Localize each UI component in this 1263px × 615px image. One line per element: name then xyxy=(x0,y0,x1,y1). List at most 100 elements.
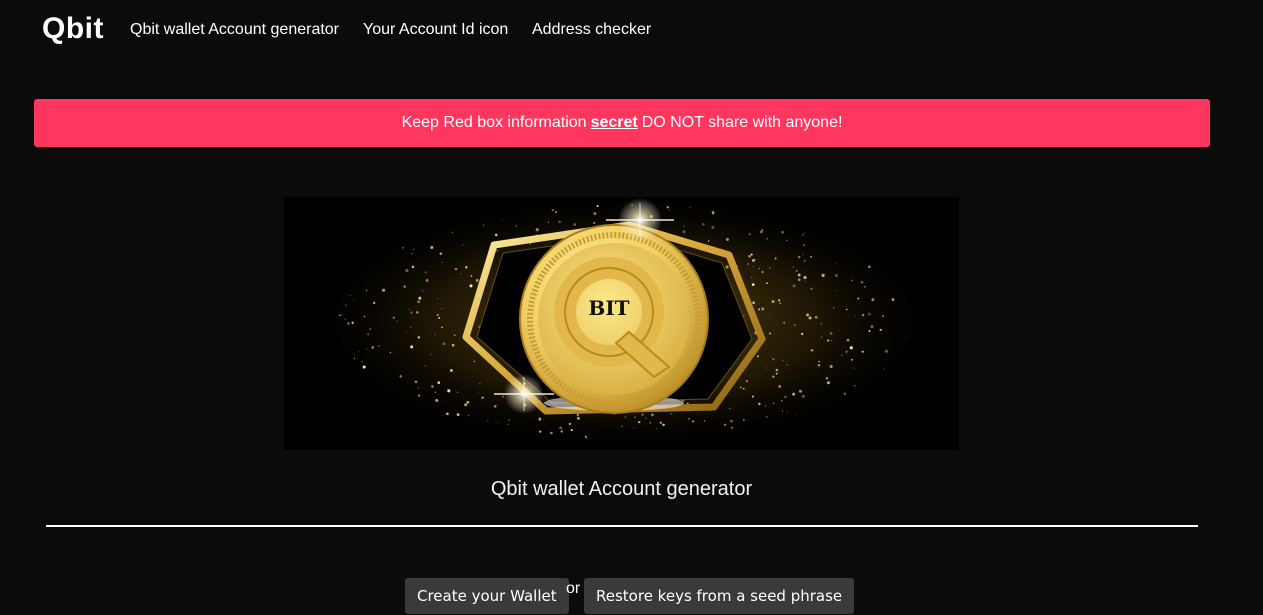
glitter-dot xyxy=(410,326,412,328)
glitter-dot xyxy=(818,360,820,363)
glitter-dot xyxy=(752,301,755,305)
glitter-dot xyxy=(406,331,408,333)
glitter-dot xyxy=(783,322,785,324)
glitter-dot xyxy=(802,234,804,236)
glitter-dot xyxy=(460,273,462,275)
glitter-dot xyxy=(754,258,756,261)
glitter-dot xyxy=(814,315,818,319)
glitter-dot xyxy=(560,430,563,433)
glitter-dot xyxy=(879,328,882,332)
glitter-dot xyxy=(573,223,576,226)
glitter-dot xyxy=(752,266,754,268)
glitter-dot xyxy=(784,395,787,399)
glitter-dot xyxy=(529,243,531,245)
glitter-dot xyxy=(349,295,351,297)
glitter-dot xyxy=(863,285,866,288)
glitter-dot xyxy=(843,392,847,396)
glitter-dot xyxy=(586,437,588,439)
glitter-dot xyxy=(829,332,833,335)
glitter-dot xyxy=(782,410,784,412)
glitter-dot xyxy=(593,212,597,216)
glitter-dot xyxy=(649,422,652,424)
nav-link-account-id-icon[interactable]: Your Account Id icon xyxy=(363,21,508,39)
glitter-dot xyxy=(339,314,341,317)
glitter-dot xyxy=(434,391,437,394)
glitter-dot xyxy=(867,312,871,316)
glitter-dot xyxy=(803,244,805,246)
glitter-dot xyxy=(786,239,788,241)
restore-seed-phrase-button[interactable]: Restore keys from a seed phrase xyxy=(584,578,855,614)
glitter-dot xyxy=(854,315,856,317)
glitter-dot xyxy=(748,254,751,258)
glitter-dot xyxy=(478,391,480,393)
glitter-dot xyxy=(750,253,753,256)
glitter-dot xyxy=(547,221,550,224)
glitter-dot xyxy=(641,413,644,416)
glitter-dot xyxy=(707,240,710,242)
glitter-dot xyxy=(810,255,812,258)
glitter-dot xyxy=(425,278,429,282)
glitter-dot xyxy=(417,387,420,389)
glitter-dot xyxy=(882,315,884,318)
glitter-dot xyxy=(392,316,396,319)
glitter-dot xyxy=(786,411,788,413)
create-wallet-button[interactable]: Create your Wallet xyxy=(405,578,569,614)
glitter-dot xyxy=(730,426,734,429)
secret-warning-alert: Keep Red box information secret DO NOT s… xyxy=(34,99,1210,147)
glitter-dot xyxy=(772,375,775,378)
glitter-dot xyxy=(501,219,503,221)
glitter-dot xyxy=(486,419,489,422)
alert-text-suffix: DO NOT share with anyone! xyxy=(641,114,843,131)
glitter-dot xyxy=(411,252,413,255)
glitter-dot xyxy=(756,355,759,358)
glitter-dot xyxy=(691,420,695,423)
glitter-dot xyxy=(765,405,767,407)
glitter-dot xyxy=(725,238,729,241)
glitter-dot xyxy=(780,399,783,402)
glitter-dot xyxy=(345,304,347,306)
glitter-dot xyxy=(772,402,775,404)
glitter-dot xyxy=(633,427,635,429)
glitter-dot xyxy=(846,308,848,311)
glitter-dot xyxy=(775,372,778,375)
glitter-dot xyxy=(810,348,814,352)
glitter-dot xyxy=(430,246,434,249)
glitter-dot xyxy=(846,338,850,342)
glitter-dot xyxy=(772,265,774,267)
glitter-dot xyxy=(792,284,796,288)
alert-text-prefix: Keep Red box information xyxy=(401,114,587,131)
glitter-dot xyxy=(774,257,777,260)
glitter-dot xyxy=(508,419,510,421)
glitter-dot xyxy=(861,313,865,317)
glitter-dot xyxy=(782,360,784,362)
glitter-dot xyxy=(470,275,473,277)
glitter-dot xyxy=(662,423,665,427)
glitter-dot xyxy=(479,382,481,385)
glitter-dot xyxy=(434,334,436,336)
glitter-dot xyxy=(481,396,484,399)
glitter-dot xyxy=(431,328,432,329)
glitter-dot xyxy=(576,416,580,420)
glitter-dot xyxy=(795,269,798,272)
glitter-dot xyxy=(743,387,745,390)
glitter-dot xyxy=(883,368,884,370)
glitter-dot xyxy=(377,344,380,347)
glitter-dot xyxy=(449,369,453,372)
glitter-dot xyxy=(868,265,871,269)
brand-logo[interactable]: Qbit xyxy=(42,12,104,46)
glitter-dot xyxy=(766,237,769,240)
glitter-dot xyxy=(769,315,771,317)
nav-link-address-checker[interactable]: Address checker xyxy=(532,21,651,39)
glitter-dot xyxy=(813,349,815,351)
glitter-dot xyxy=(820,322,823,325)
glitter-dot xyxy=(803,232,805,234)
glitter-dot xyxy=(832,306,835,309)
glitter-dot xyxy=(797,273,801,277)
nav-link-account-generator[interactable]: Qbit wallet Account generator xyxy=(130,21,339,39)
glitter-dot xyxy=(810,287,813,290)
glitter-dot xyxy=(559,426,563,430)
glitter-dot xyxy=(551,208,554,212)
glitter-dot xyxy=(593,221,596,225)
glitter-dot xyxy=(786,364,788,366)
glitter-dot xyxy=(739,386,742,389)
